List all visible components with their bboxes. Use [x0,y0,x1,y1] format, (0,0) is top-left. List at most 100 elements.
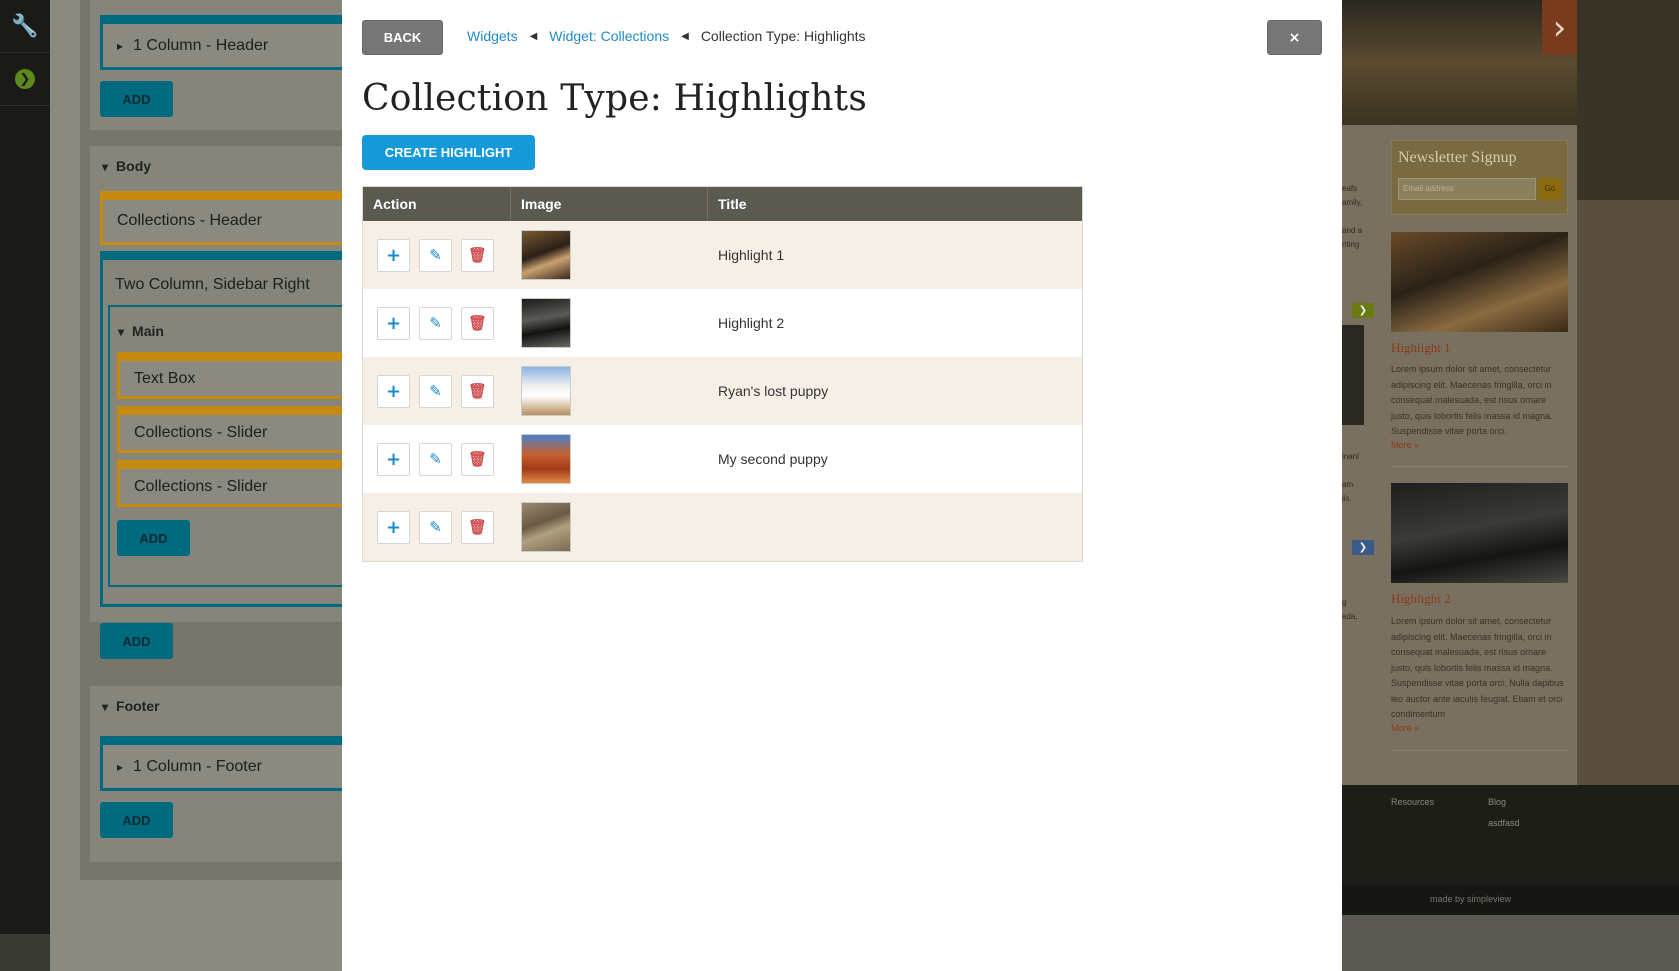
go-button[interactable]: ❯ [0,53,50,106]
body-section-title[interactable]: Body [102,158,151,174]
close-icon: × [1288,29,1301,46]
tools-button[interactable]: 🔧 [0,0,50,53]
breadcrumb: Widgets ◀ Widget: Collections ◀ Collecti… [467,28,866,44]
breadcrumb-current: Collection Type: Highlights [700,28,866,44]
newsletter-email-field[interactable]: Email address [1398,178,1536,200]
row-image-cell [511,502,708,552]
row-image-cell [511,298,708,348]
add-footer-button[interactable]: ADD [100,802,173,838]
row-title: Highlight 1 [718,247,785,263]
preview-footer: Resources Blog asdfasd [1342,785,1679,885]
text-box-label: Text Box [134,369,196,387]
header-image: Image [511,187,708,221]
trash-icon[interactable]: 🗑 [461,510,494,544]
preview-divider [1391,466,1568,467]
pencil-icon[interactable]: ✎ [419,374,452,408]
add-icon[interactable]: + [377,442,410,476]
newsletter-title: Newsletter Signup [1398,149,1517,166]
row-thumbnail[interactable] [521,298,571,348]
pencil-icon[interactable]: ✎ [419,238,452,272]
add-main-button[interactable]: ADD [117,520,190,556]
made-by-label[interactable]: made by simpleview [1430,894,1511,904]
slider-row-2[interactable]: Collections - Slider [117,460,342,507]
preview-divider-2 [1391,750,1568,751]
header-row[interactable]: 1 Column - Header [100,15,342,70]
main-column: Main Text Box Collections - Slider Colle… [108,305,342,587]
add-icon[interactable]: + [377,510,410,544]
add-header-button[interactable]: ADD [100,81,173,117]
chevron-right-icon[interactable]: › [1542,0,1577,55]
newsletter-go-button[interactable]: Go [1538,178,1562,200]
collections-header-row[interactable]: Collections - Header [100,191,342,245]
layout-builder: 1 Column - Header ADD Body Collections -… [50,0,342,971]
text-box-row[interactable]: Text Box [117,352,342,399]
table-row: + ✎ 🗑 My second puppy [363,425,1082,493]
collections-header-label: Collections - Header [117,212,262,229]
tool-rail: 🔧 ❯ [0,0,50,934]
row-title: My second puppy [718,451,828,467]
row-thumbnail[interactable] [521,434,571,484]
row-image-cell [511,230,708,280]
footer-section: Footer 1 Column - Footer ADD [90,686,342,862]
add-icon[interactable]: + [377,238,410,272]
trash-icon[interactable]: 🗑 [461,374,494,408]
slider-row-1[interactable]: Collections - Slider [117,406,342,453]
breadcrumb-widgets[interactable]: Widgets [467,28,518,44]
table-row: + ✎ 🗑 [363,493,1082,561]
mini-next-icon[interactable]: ❯ [1352,303,1374,318]
close-button[interactable]: × [1267,20,1322,55]
table-row: + ✎ 🗑 Highlight 1 [363,221,1082,289]
highlight-1-body: Lorem ipsum dolor sit amet, consectetur … [1391,364,1553,436]
add-body-button[interactable]: ADD [100,623,173,659]
slider-1-label: Collections - Slider [134,423,268,441]
trash-icon[interactable]: 🗑 [461,442,494,476]
trash-icon[interactable]: 🗑 [461,238,494,272]
footer-row[interactable]: 1 Column - Footer [100,736,342,791]
edge-text-2: inani am iis. [1342,452,1359,503]
two-column-label: Two Column, Sidebar Right [115,276,310,293]
row-actions: + ✎ 🗑 [363,510,511,544]
highlight-2-body: Lorem ipsum dolor sit amet, consectetur … [1391,616,1564,719]
add-icon[interactable]: + [377,374,410,408]
highlight-1-more-link[interactable]: More » [1391,440,1419,450]
add-icon[interactable]: + [377,306,410,340]
row-thumbnail[interactable] [521,502,571,552]
back-button[interactable]: BACK [362,20,443,55]
pencil-icon[interactable]: ✎ [419,442,452,476]
row-image-cell [511,366,708,416]
row-actions: + ✎ 🗑 [363,442,511,476]
footer-link-asdfasd[interactable]: asdfasd [1488,818,1520,828]
highlight-2-title[interactable]: Highlight 2 [1391,591,1451,607]
footer-link-resources[interactable]: Resources [1391,797,1434,807]
edge-image [1342,325,1364,425]
breadcrumb-widget-collections[interactable]: Widget: Collections [549,28,669,44]
table-row: + ✎ 🗑 Ryan's lost puppy [363,357,1082,425]
newsletter-signup: Newsletter Signup Email address Go [1391,140,1568,215]
row-actions: + ✎ 🗑 [363,306,511,340]
mini-next-icon-2[interactable]: ❯ [1352,540,1374,555]
edge-text-3: g ada, [1342,598,1358,621]
table-row: + ✎ 🗑 Highlight 2 [363,289,1082,357]
header-section: 1 Column - Header ADD [90,0,342,130]
footer-section-title[interactable]: Footer [102,698,160,714]
header-action: Action [363,187,511,221]
footer-link-blog[interactable]: Blog [1488,797,1506,807]
highlight-1-title[interactable]: Highlight 1 [1391,340,1451,356]
create-highlight-button[interactable]: CREATE HIGHLIGHT [362,135,535,170]
two-column-block[interactable]: Two Column, Sidebar Right Main Text Box … [100,251,342,607]
row-thumbnail[interactable] [521,230,571,280]
highlight-2-image [1391,483,1568,583]
pencil-icon[interactable]: ✎ [419,306,452,340]
slider-2-label: Collections - Slider [134,477,268,495]
trash-icon[interactable]: 🗑 [461,306,494,340]
site-preview: › eafs amily, and a nting ❯ inani am iis. ❯ g… [1342,0,1679,971]
row-thumbnail[interactable] [521,366,571,416]
row-title: Highlight 2 [718,315,785,331]
main-column-title[interactable]: Main [118,323,164,339]
caret-left-icon: ◀ [681,30,689,42]
highlight-2-more-link[interactable]: More » [1391,723,1419,733]
row-title: Ryan's lost puppy [718,383,829,399]
highlight-1-image [1391,232,1568,332]
body-section: Body Collections - Header Two Column, Si… [90,146,342,659]
pencil-icon[interactable]: ✎ [419,510,452,544]
